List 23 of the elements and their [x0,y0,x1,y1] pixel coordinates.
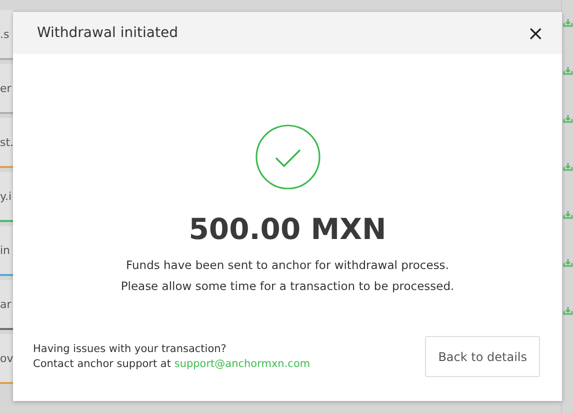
help-question: Having issues with your transaction? [33,342,228,356]
card-title: er [0,82,12,94]
card-title: y.i [0,190,12,202]
success-check-icon [254,124,320,190]
download-icon[interactable] [563,66,573,75]
download-icon[interactable] [563,162,573,171]
card-title: ar [0,298,12,310]
card-title: ov [0,352,14,364]
download-icon[interactable] [563,18,573,27]
download-icon[interactable] [563,258,573,267]
help-contact-text: Contact anchor support at [33,358,171,370]
back-to-details-button[interactable]: Back to details [425,336,540,377]
download-icon[interactable] [563,306,573,315]
amount-text: 500.00 MXN [188,212,386,246]
download-icon[interactable] [563,114,573,123]
message-text: Funds have been sent to anchor for withdrawal process. [125,257,450,274]
modal-title: Withdrawal initiated [37,25,178,41]
card-title: .s [0,28,10,40]
card-title: in [0,244,10,256]
download-icon[interactable] [563,210,573,219]
message-text: Please allow some time for a transaction to be processed. [120,278,454,295]
close-button[interactable]: × [523,21,548,45]
card-title: st. [0,136,14,148]
